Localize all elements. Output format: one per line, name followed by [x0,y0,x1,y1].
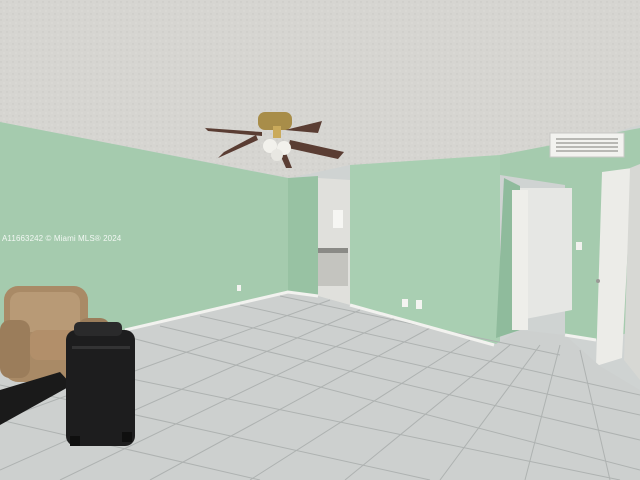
room-photo: A11663242 © Miami MLS® 2024 [0,0,640,480]
watermark-text: A11663242 © Miami MLS® 2024 [2,234,122,243]
kitchen-cabinet [318,250,348,286]
suitcase [66,322,135,446]
closet-door [512,190,528,330]
air-vent [549,132,625,158]
back-wall [288,176,318,296]
